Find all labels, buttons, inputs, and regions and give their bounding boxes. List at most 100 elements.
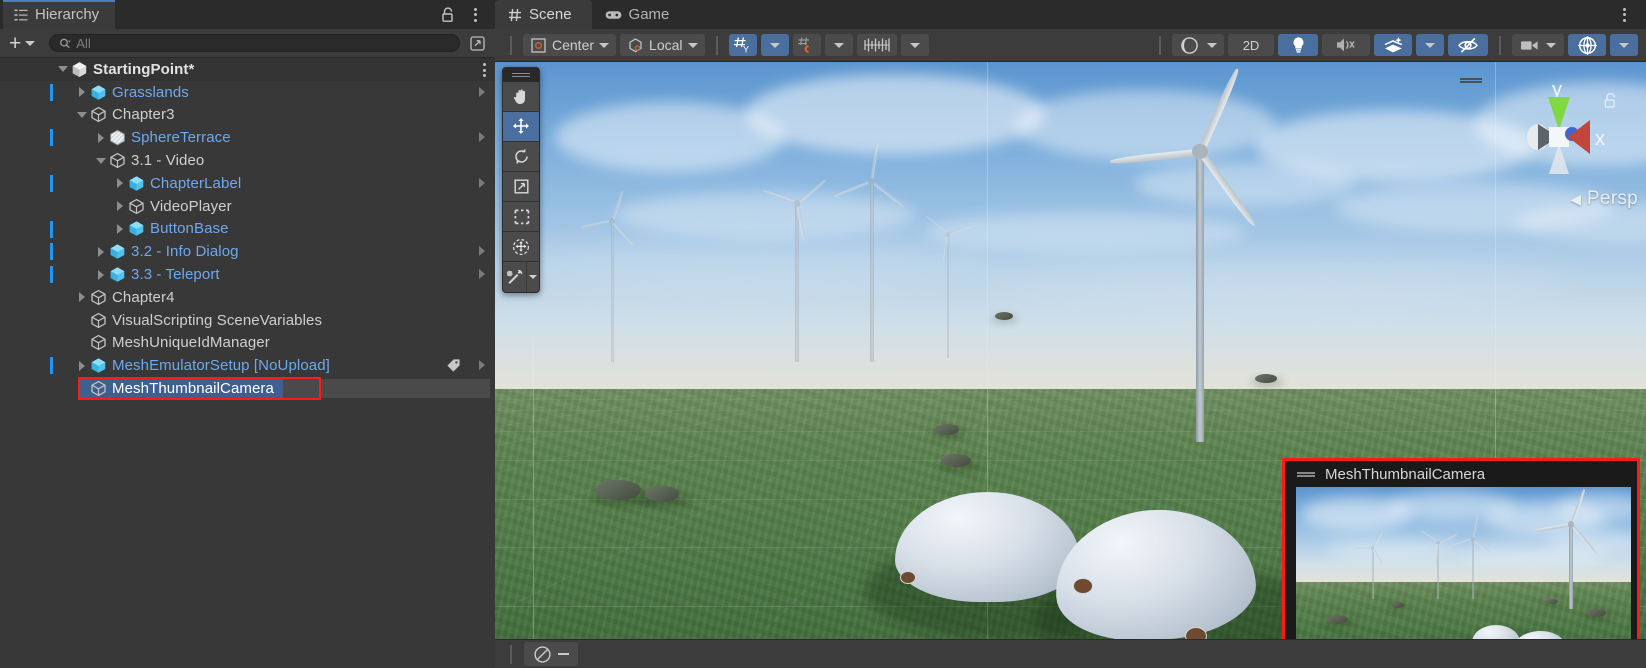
hierarchy-tree[interactable]: StartingPoint* Grasslands Chapter3 SphereTe… (0, 58, 495, 668)
open-prefab-chevron-icon[interactable] (479, 360, 485, 371)
chevron-down-icon (909, 42, 920, 48)
hierarchy-row[interactable]: Grasslands (0, 81, 495, 104)
wind-turbine (1528, 488, 1614, 619)
hierarchy-row[interactable]: 3.2 - Info Dialog (0, 240, 495, 263)
hierarchy-row[interactable]: 3.1 - Video (0, 149, 495, 172)
effects-button[interactable] (1374, 34, 1412, 56)
rotate-tool-button[interactable] (503, 142, 539, 172)
foldout-collapsed-icon[interactable] (93, 244, 109, 260)
scene-compass-icon (534, 645, 551, 663)
snap-magnet-icon (797, 37, 809, 53)
hierarchy-row[interactable]: MeshUniqueIdManager (0, 332, 495, 355)
gizmos-dropdown[interactable] (1610, 34, 1638, 56)
transform-tool-button[interactable] (503, 232, 539, 262)
foldout-collapsed-icon[interactable] (112, 175, 128, 191)
kebab-menu-icon[interactable] (466, 5, 485, 24)
hierarchy-row[interactable]: 3.3 - Teleport (0, 263, 495, 286)
lock-open-icon[interactable] (1603, 92, 1618, 110)
open-prefab-chevron-icon[interactable] (479, 132, 485, 143)
turbine-hub (609, 218, 615, 224)
snap-magnet-dropdown[interactable] (824, 34, 853, 56)
grid-axis-dropdown[interactable] (760, 34, 789, 56)
scene-tools-palette[interactable] (502, 67, 540, 293)
view-2d-button[interactable]: 2D (1228, 34, 1274, 56)
foldout-collapsed-icon[interactable] (93, 267, 109, 283)
chevron-down-icon (25, 40, 36, 46)
scene-orientation-gizmo[interactable]: y x (1460, 72, 1624, 202)
effects-dropdown[interactable] (1416, 34, 1444, 56)
snap-increment-button[interactable] (856, 34, 897, 56)
hierarchy-row-selected[interactable]: MeshThumbnailCamera (0, 376, 495, 400)
camera-preview-panel[interactable]: MeshThumbnailCamera (1282, 458, 1640, 663)
hierarchy-row[interactable]: VisualScripting SceneVariables (0, 309, 495, 332)
wind-turbine (1095, 66, 1305, 452)
grid-axis-y-icon: Y (733, 37, 749, 55)
camera-overlay-button[interactable] (1512, 34, 1564, 56)
tab-game[interactable]: Game (592, 0, 690, 29)
hierarchy-row[interactable]: ChapterLabel (0, 172, 495, 195)
tab-scene[interactable]: Scene (495, 0, 592, 29)
lighting-button[interactable] (1278, 34, 1318, 56)
open-prefab-chevron-icon[interactable] (479, 86, 485, 97)
rect-tool-button[interactable] (503, 202, 539, 232)
open-prefab-chevron-icon[interactable] (479, 269, 485, 280)
hierarchy-row[interactable]: ButtonBase (0, 218, 495, 241)
foldout-collapsed-icon[interactable] (112, 198, 128, 214)
open-prefab-chevron-icon[interactable] (479, 177, 485, 188)
foldout-expanded-icon[interactable] (74, 107, 90, 123)
custom-tool-button[interactable] (503, 262, 539, 292)
prefab-indicator-bar (50, 220, 53, 238)
hierarchy-row[interactable]: MeshEmulatorSetup [NoUpload] (0, 354, 495, 377)
shading-mode-button[interactable] (1172, 34, 1224, 56)
prefab-icon (109, 266, 126, 283)
scene-compass-button[interactable] (524, 642, 578, 666)
create-object-button[interactable]: + (5, 32, 39, 54)
hierarchy-row[interactable]: Chapter4 (0, 286, 495, 309)
scene-visibility-button[interactable] (1448, 34, 1488, 56)
audio-button[interactable] (1322, 34, 1370, 56)
hierarchy-row[interactable]: VideoPlayer (0, 195, 495, 218)
chevron-down-icon[interactable] (526, 262, 539, 292)
prefab-icon (109, 243, 126, 260)
chevron-down-icon (687, 42, 698, 48)
drag-grip-icon[interactable] (1297, 471, 1315, 477)
statusbar-divider (510, 644, 512, 664)
hierarchy-row[interactable]: SphereTerrace (0, 126, 495, 149)
scale-tool-button[interactable] (503, 172, 539, 202)
scene-picking-icon[interactable] (464, 35, 490, 52)
open-prefab-chevron-icon[interactable] (479, 246, 485, 257)
foldout-collapsed-icon[interactable] (74, 358, 90, 374)
hierarchy-item-label: MeshThumbnailCamera (112, 380, 274, 398)
gizmo-projection-label[interactable]: ◀ Persp (1570, 188, 1638, 210)
handle-space-button[interactable]: Local (620, 34, 705, 56)
foldout-collapsed-icon[interactable] (74, 84, 90, 100)
pivot-mode-button[interactable]: Center (523, 34, 617, 56)
move-tool-button[interactable] (503, 112, 539, 142)
scene-viewport[interactable]: y x ◀ Persp MeshThumbnailCamera (495, 62, 1646, 668)
chevron-down-icon (1425, 42, 1435, 48)
tab-hierarchy[interactable]: Hierarchy (3, 0, 116, 29)
turbine-blade (870, 180, 905, 208)
prefab-icon (128, 220, 145, 237)
hand-tool-button[interactable] (503, 82, 539, 112)
search-input[interactable]: All (49, 34, 460, 52)
foldout-collapsed-icon[interactable] (74, 289, 90, 305)
foldout-expanded-icon[interactable] (93, 153, 109, 169)
snap-magnet-button[interactable] (792, 34, 821, 56)
drag-grip-icon[interactable] (1460, 78, 1482, 83)
kebab-menu-icon[interactable] (483, 63, 486, 77)
turbine-hub (793, 200, 801, 207)
gizmos-button[interactable] (1568, 34, 1606, 56)
kebab-menu-icon[interactable] (1615, 5, 1634, 24)
turbine-blade (1570, 523, 1597, 555)
grid-axis-button[interactable]: Y (728, 34, 757, 56)
svg-text:Y: Y (743, 45, 749, 55)
hierarchy-row[interactable]: StartingPoint* (0, 58, 495, 81)
hierarchy-row[interactable]: Chapter3 (0, 104, 495, 127)
drag-grip-icon[interactable] (503, 68, 539, 82)
lock-open-icon[interactable] (438, 5, 457, 24)
foldout-collapsed-icon[interactable] (93, 130, 109, 146)
snap-increment-dropdown[interactable] (900, 34, 929, 56)
foldout-expanded-icon[interactable] (55, 61, 71, 77)
foldout-collapsed-icon[interactable] (112, 221, 128, 237)
